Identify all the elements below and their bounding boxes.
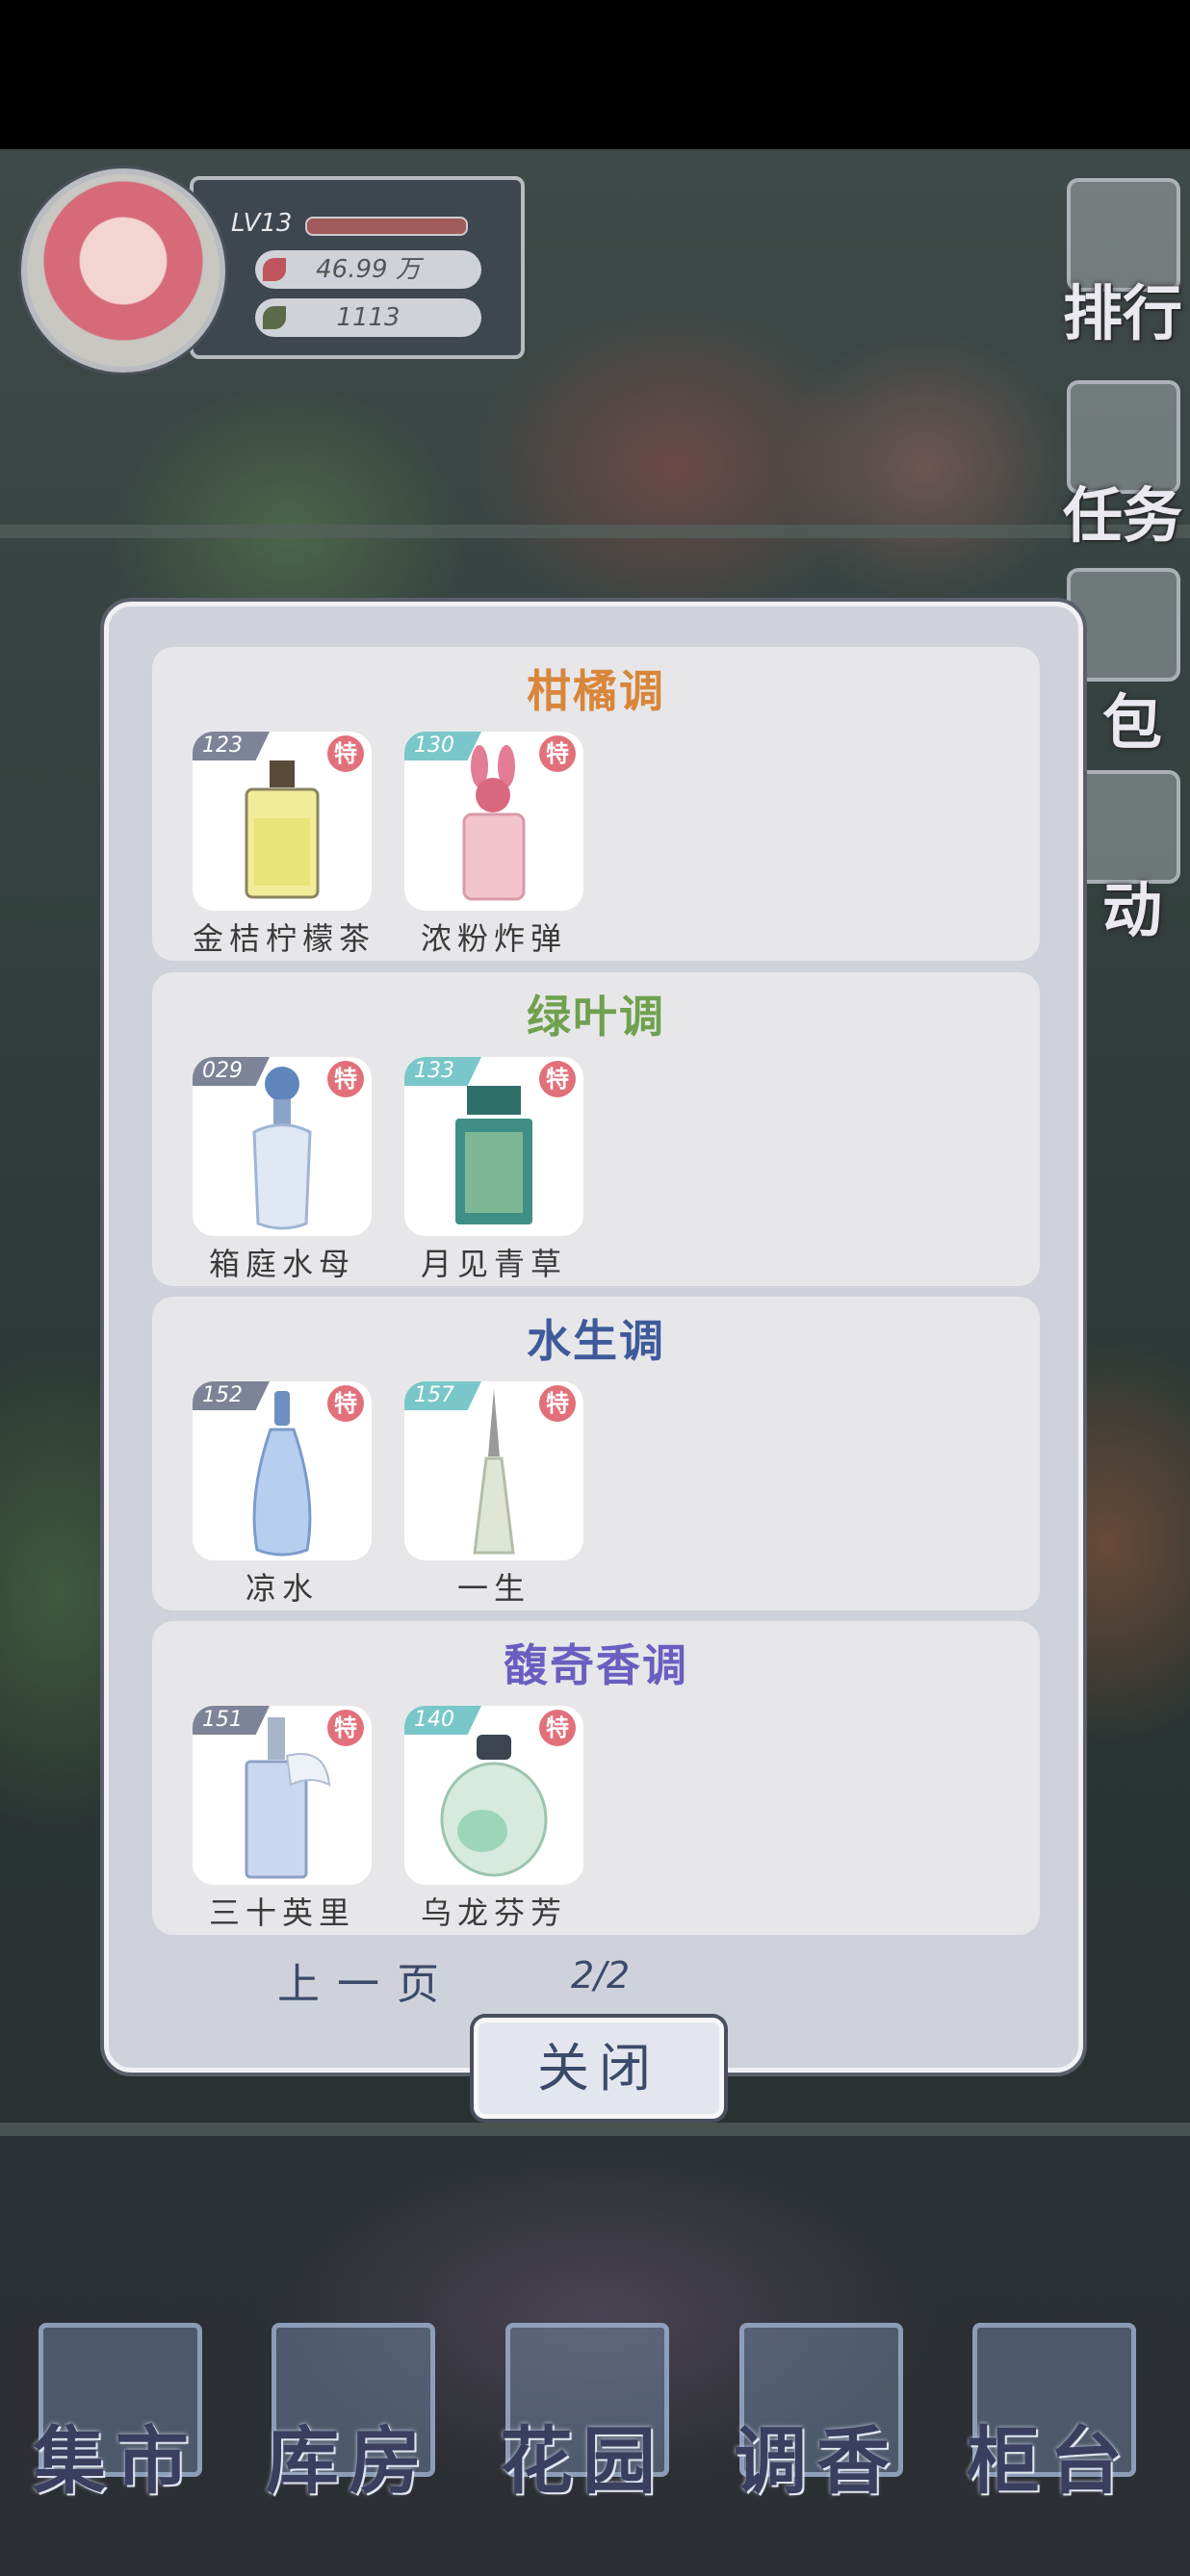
- perfume-card[interactable]: 140 特: [404, 1706, 583, 1885]
- perfume-item[interactable]: 133 特 月见青草: [404, 1057, 583, 1284]
- special-badge: 特: [539, 1061, 576, 1097]
- perfume-name: 凉水: [245, 1570, 319, 1607]
- nav-perfume-mixing-label: 调香: [734, 2418, 899, 2504]
- leaf-value: 1113: [336, 303, 401, 332]
- perfume-bottle-crystal-icon: [245, 1717, 331, 1879]
- shelf-divider: [0, 525, 1190, 538]
- nav-market-label: 集市: [33, 2418, 198, 2504]
- close-button[interactable]: 关闭: [474, 2018, 724, 2119]
- player-avatar[interactable]: [21, 168, 225, 373]
- section-title: 馥奇香调: [504, 1639, 688, 1691]
- side-menu-ranking[interactable]: 排行: [1055, 265, 1190, 351]
- special-badge: 特: [327, 1710, 364, 1746]
- nav-garden[interactable]: 花园: [486, 2315, 679, 2508]
- nav-counter[interactable]: 柜台: [953, 2315, 1146, 2508]
- nav-warehouse[interactable]: 库房: [252, 2315, 445, 2508]
- perfume-item[interactable]: 157 特 一生: [404, 1381, 583, 1609]
- perfume-bottle-yellow-icon: [245, 760, 320, 899]
- perfume-name: 一生: [456, 1570, 530, 1607]
- perfume-name: 箱庭水母: [208, 1246, 355, 1282]
- nav-perfume-mixing[interactable]: 调香: [720, 2315, 913, 2508]
- coin-icon: [263, 258, 286, 281]
- special-badge: 特: [539, 1710, 576, 1746]
- section-title: 柑橘调: [527, 665, 665, 717]
- shelf-divider: [0, 2123, 1190, 2136]
- player-card[interactable]: LV13 46.99 万 1113: [12, 159, 525, 373]
- perfume-bottle-blue-rose-icon: [252, 1067, 312, 1230]
- section-green-leaf: 绿叶调 029 特 箱庭水母 133 特 月见青草: [152, 972, 1040, 1286]
- special-badge: 特: [539, 1385, 576, 1422]
- bag-icon: [1067, 568, 1180, 682]
- perfume-name: 乌龙芬芳: [420, 1894, 567, 1931]
- perfume-card[interactable]: 123 特: [193, 732, 372, 911]
- section-title: 水生调: [527, 1315, 665, 1367]
- side-menu-event[interactable]: 动: [1074, 862, 1190, 948]
- perfume-item[interactable]: 029 特 箱庭水母: [193, 1057, 372, 1284]
- perfume-card[interactable]: 157 特: [404, 1381, 583, 1560]
- perfume-item[interactable]: 140 特 乌龙芬芳: [404, 1706, 583, 1933]
- nav-garden-label: 花园: [500, 2418, 665, 2504]
- coin-counter: 46.99 万: [255, 250, 481, 289]
- previous-page-button[interactable]: 上一页: [277, 1949, 456, 2011]
- perfume-item[interactable]: 151 特 三十英里: [193, 1706, 372, 1933]
- page-indicator: 2/2: [571, 1954, 631, 1996]
- leaf-counter: 1113: [255, 298, 481, 337]
- experience-bar: [305, 217, 468, 236]
- perfume-card[interactable]: 133 特: [404, 1057, 583, 1236]
- nav-market[interactable]: 集市: [19, 2315, 212, 2508]
- side-menu-bag[interactable]: 包: [1074, 674, 1190, 760]
- perfume-card[interactable]: 152 特: [193, 1381, 372, 1560]
- special-badge: 特: [327, 1061, 364, 1097]
- section-aquatic: 水生调 152 特 凉水 157 特 一生: [152, 1297, 1040, 1610]
- section-citrus: 柑橘调 123 特 金桔柠檬茶 130 特 浓粉炸弹: [152, 647, 1040, 961]
- section-fougere: 馥奇香调 151 特 三十英里 140 特 乌龙芬芳: [152, 1621, 1040, 1935]
- perfume-bottle-pink-bunny-icon: [462, 745, 526, 901]
- special-badge: 特: [327, 1385, 364, 1422]
- side-menu-task[interactable]: 任务: [1055, 467, 1190, 554]
- special-badge: 特: [539, 735, 576, 772]
- nav-warehouse-label: 库房: [266, 2418, 431, 2504]
- perfume-item[interactable]: 130 特 浓粉炸弹: [404, 732, 583, 959]
- perfume-name: 三十英里: [208, 1894, 355, 1931]
- perfume-number: 140: [404, 1706, 481, 1735]
- section-title: 绿叶调: [527, 991, 665, 1043]
- perfume-name: 浓粉炸弹: [420, 920, 567, 957]
- perfume-number: 133: [404, 1057, 481, 1086]
- leaf-icon: [263, 306, 286, 329]
- perfume-card[interactable]: 130 特: [404, 732, 583, 911]
- perfume-bottle-cone-icon: [473, 1389, 515, 1555]
- perfume-card[interactable]: 151 特: [193, 1706, 372, 1885]
- special-badge: 特: [327, 735, 364, 772]
- coin-value: 46.99 万: [316, 255, 421, 284]
- perfume-item[interactable]: 152 特 凉水: [193, 1381, 372, 1609]
- perfume-name: 金桔柠檬茶: [193, 920, 376, 957]
- perfume-item[interactable]: 123 特 金桔柠檬茶: [193, 732, 372, 959]
- perfume-collection-modal: 柑橘调 123 特 金桔柠檬茶 130 特 浓粉炸弹 绿叶调 029 特 箱庭水…: [104, 602, 1083, 2073]
- perfume-bottle-round-icon: [440, 1735, 548, 1877]
- nav-counter-label: 柜台: [967, 2418, 1132, 2504]
- perfume-number: 123: [193, 732, 270, 760]
- perfume-bottle-green-square-icon: [455, 1086, 532, 1224]
- player-level: LV13: [231, 209, 293, 238]
- status-bar: [0, 0, 1190, 149]
- perfume-name: 月见青草: [420, 1246, 567, 1282]
- perfume-card[interactable]: 029 特: [193, 1057, 372, 1236]
- perfume-bottle-water-icon: [252, 1391, 312, 1557]
